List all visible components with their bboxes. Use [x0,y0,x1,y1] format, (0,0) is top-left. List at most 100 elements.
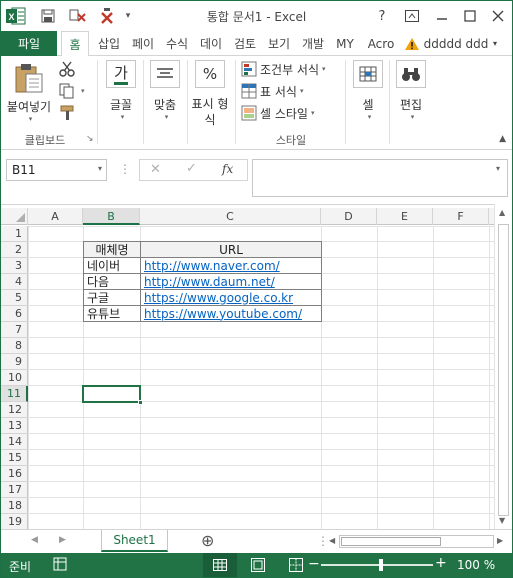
scroll-up-icon[interactable]: ▲ [499,208,505,217]
sheet-scroll-right-icon[interactable]: ▶ [59,535,66,545]
collapse-ribbon-icon[interactable]: ▲ [499,134,506,144]
row-header-10[interactable]: 10 [1,370,28,386]
select-all-corner[interactable] [1,208,28,225]
fill-handle[interactable] [138,400,143,405]
number-format-button[interactable]: % 표시 형식 [189,60,231,128]
zoom-slider-knob[interactable] [379,559,383,571]
font-button[interactable]: 가 글꼴 ▾ [103,60,139,121]
row-header-12[interactable]: 12 [1,402,28,418]
expand-formula-bar-icon[interactable]: ▾ [496,164,500,173]
ribbon-display-options-icon[interactable] [399,5,425,27]
row-header-4[interactable]: 4 [1,274,28,290]
column-header-d[interactable]: D [321,208,377,225]
row-header-8[interactable]: 8 [1,338,28,354]
copy-button[interactable]: ▾ [59,82,85,100]
url-link[interactable]: https://www.youtube.com/ [140,305,322,322]
row-header-19[interactable]: 19 [1,514,28,530]
help-button[interactable]: ? [369,5,395,27]
column-header-f[interactable]: F [433,208,489,225]
column-header-a[interactable]: A [28,208,83,225]
row-header-18[interactable]: 18 [1,498,28,514]
minimize-icon[interactable] [429,5,455,27]
tab-home[interactable]: 홈 [61,31,89,57]
vertical-scrollbar[interactable]: ▲ ▼ [494,204,512,529]
page-layout-view-icon[interactable] [251,558,265,575]
row-header-17[interactable]: 17 [1,482,28,498]
tab-my[interactable]: MY [331,31,359,56]
url-link[interactable]: http://www.daum.net/ [140,273,322,290]
cell-styles-button[interactable]: 셀 스타일 ▾ [241,104,315,122]
tab-view[interactable]: 보기 [263,31,295,56]
clipboard-launcher-icon[interactable]: ↘ [86,134,94,144]
account-dropdown-icon[interactable]: ▾ [489,31,501,56]
zoom-out-icon[interactable]: − [308,556,320,572]
tab-split-grip-icon[interactable]: ⋮ [317,534,329,548]
row-header-16[interactable]: 16 [1,466,28,482]
insert-function-icon[interactable]: fx [222,162,233,176]
page-break-view-icon[interactable] [289,558,303,575]
close-icon[interactable] [485,5,511,27]
horizontal-scrollbar[interactable] [339,535,494,548]
row-header-14[interactable]: 14 [1,434,28,450]
alignment-button[interactable]: 맞춤 ▾ [147,60,183,121]
row-header-5[interactable]: 5 [1,290,28,306]
table-header-url[interactable]: URL [140,241,322,258]
tab-page-layout[interactable]: 페이 [127,31,159,56]
cancel-icon[interactable]: ✕ [150,162,161,177]
sheet-tab-sheet1[interactable]: Sheet1 [101,530,168,552]
column-header-c[interactable]: C [140,208,321,225]
media-name-cell[interactable]: 유튜브 [83,305,141,322]
normal-view-icon[interactable] [203,553,237,577]
paste-button[interactable]: 붙여넣기 ▾ [5,62,53,123]
table-header-media[interactable]: 매체명 [83,241,141,258]
row-header-11[interactable]: 11 [1,386,28,402]
media-name-cell[interactable]: 네이버 [83,257,141,274]
name-box[interactable]: B11 ▾ [6,159,107,181]
hscroll-right-icon[interactable]: ▶ [497,536,503,545]
row-header-9[interactable]: 9 [1,354,28,370]
url-link[interactable]: http://www.naver.com/ [140,257,322,274]
row-header-15[interactable]: 15 [1,450,28,466]
media-name-cell[interactable]: 구글 [83,289,141,306]
add-sheet-button[interactable]: ⊕ [201,531,214,550]
column-header-b[interactable]: B [83,208,140,225]
sheet-scroll-left-icon[interactable]: ◀ [31,535,38,545]
tab-file[interactable]: 파일 [1,31,57,56]
scroll-down-icon[interactable]: ▼ [499,516,505,525]
row-header-7[interactable]: 7 [1,322,28,338]
column-header-e[interactable]: E [377,208,433,225]
maximize-icon[interactable] [457,5,483,27]
name-box-dropdown-icon[interactable]: ▾ [98,164,102,173]
cut-button[interactable] [59,60,78,78]
row-header-6[interactable]: 6 [1,306,28,322]
row-header-13[interactable]: 13 [1,418,28,434]
enter-icon[interactable]: ✓ [186,161,197,176]
zoom-level[interactable]: 100 % [457,558,495,572]
url-link[interactable]: https://www.google.co.kr [140,289,322,306]
active-cell-b11[interactable] [82,385,143,405]
vertical-scroll-thumb[interactable] [498,224,509,516]
formula-input[interactable] [252,159,508,197]
tab-developer[interactable]: 개발 [297,31,329,56]
tab-data[interactable]: 데이 [195,31,227,56]
tab-review[interactable]: 검토 [229,31,261,56]
format-painter-button[interactable] [59,104,78,122]
conditional-formatting-button[interactable]: 조건부 서식 ▾ [241,60,326,78]
hscroll-left-icon[interactable]: ◀ [329,536,335,545]
tab-acrobat[interactable]: Acro [363,31,399,56]
format-as-table-button[interactable]: 표 서식 ▾ [241,82,303,100]
zoom-in-icon[interactable]: + [435,555,447,571]
row-header-1[interactable]: 1 [1,226,28,242]
zoom-slider[interactable] [321,559,433,571]
cells-button[interactable]: 셀 ▾ [351,60,385,121]
row-header-3[interactable]: 3 [1,258,28,274]
tab-insert[interactable]: 삽입 [93,31,125,56]
tab-formulas[interactable]: 수식 [161,31,193,56]
horizontal-scroll-thumb[interactable] [341,537,441,546]
editing-button[interactable]: 편집 ▾ [393,60,429,121]
media-name-cell[interactable]: 다음 [83,273,141,290]
account-name[interactable]: ddddd ddd [423,31,489,56]
row-header-2[interactable]: 2 [1,242,28,258]
macro-record-icon[interactable] [53,557,67,574]
cell-area[interactable]: 매체명 URL 네이버 http://www.naver.com/ 다음 htt… [28,226,494,530]
